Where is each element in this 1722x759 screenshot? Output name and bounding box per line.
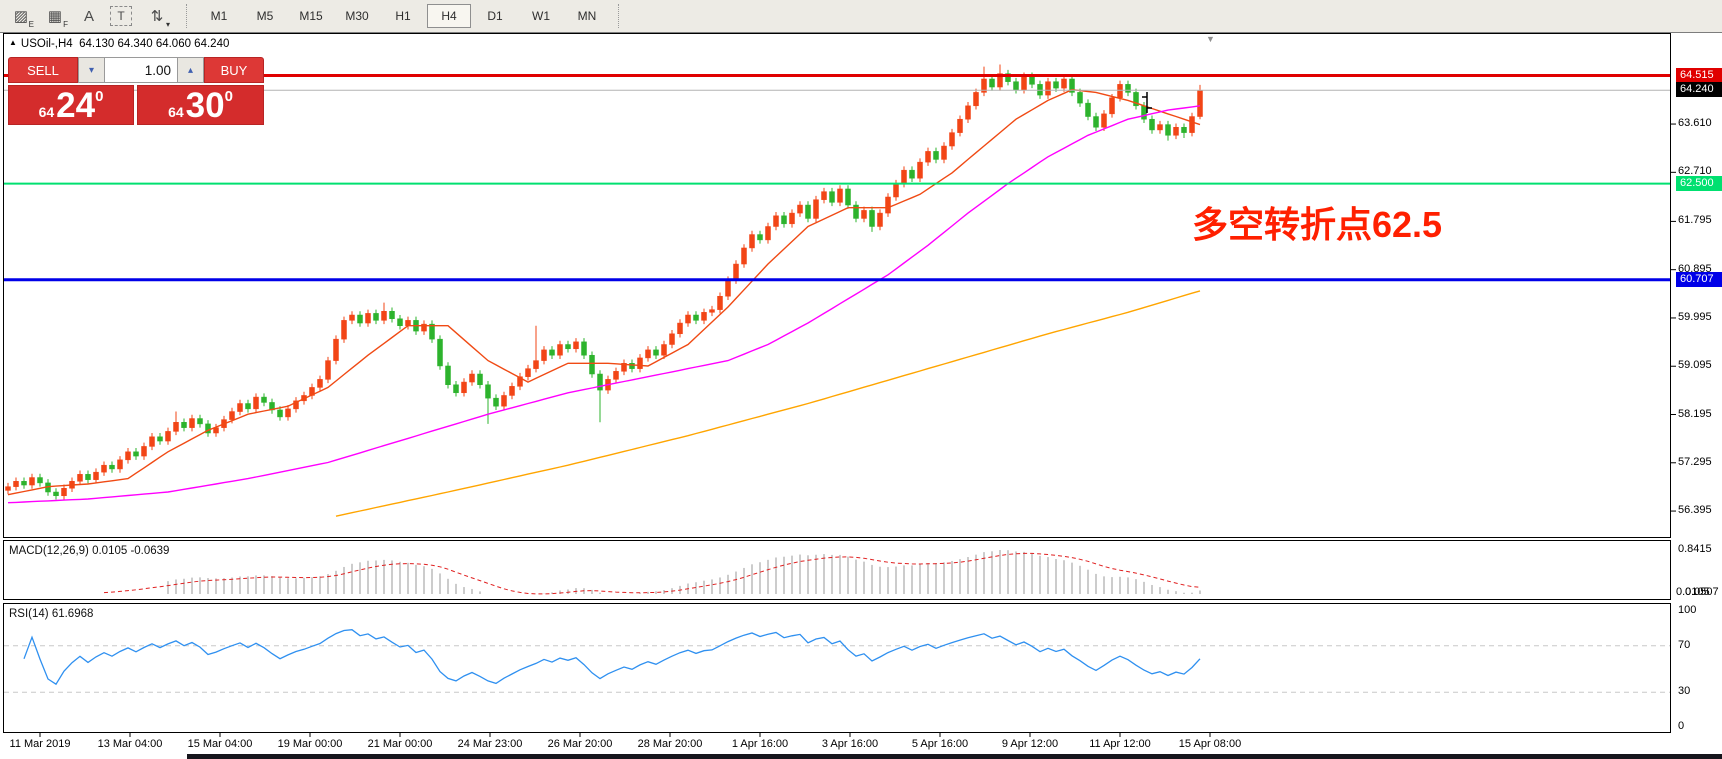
time-axis-label: 13 Mar 04:00 xyxy=(98,738,163,750)
time-axis-label: 5 Apr 16:00 xyxy=(912,738,968,750)
time-axis-label: 26 Mar 20:00 xyxy=(548,738,613,750)
symbol-name: USOil-,H4 xyxy=(21,38,73,50)
indicators-pattern-e-icon[interactable]: ▨E xyxy=(8,4,34,28)
volume-decrease-button[interactable]: ▾ xyxy=(78,57,105,83)
sell-button[interactable]: SELL xyxy=(8,57,78,83)
sell-price-tile[interactable]: 64 24 0 xyxy=(8,85,134,125)
time-axis-label: 24 Mar 23:00 xyxy=(458,738,523,750)
time-axis-label: 28 Mar 20:00 xyxy=(638,738,703,750)
sell-price-sup: 0 xyxy=(95,89,103,104)
volume-increase-button[interactable]: ▴ xyxy=(177,57,204,83)
macd-label: MACD(12,26,9) 0.0105 -0.0639 xyxy=(9,545,169,557)
text-box-t-icon[interactable]: T xyxy=(110,6,132,26)
volume-input[interactable]: 1.00 xyxy=(105,57,177,83)
symbol-ohlc: 64.130 64.340 64.060 64.240 xyxy=(79,38,229,50)
price-badge-64.515: 64.515 xyxy=(1676,68,1722,83)
text-label-a-icon[interactable]: A xyxy=(76,4,102,28)
timeframe-button-m30[interactable]: M30 xyxy=(335,4,379,28)
macd-axis-value-2: 0.0507 xyxy=(1685,586,1719,598)
rsi-axis-label-100: 100 xyxy=(1678,604,1696,616)
toolbar-separator-2 xyxy=(618,4,620,28)
macd-panel[interactable] xyxy=(3,540,1671,600)
sell-price-prefix: 64 xyxy=(39,102,55,122)
rsi-axis-label-0: 0 xyxy=(1678,720,1684,732)
timeframe-button-h1[interactable]: H1 xyxy=(381,4,425,28)
grid-f-icon[interactable]: ▦F xyxy=(42,4,68,28)
rsi-axis-label-70: 70 xyxy=(1678,639,1690,651)
rsi-panel[interactable] xyxy=(3,603,1671,733)
timeframe-button-m5[interactable]: M5 xyxy=(243,4,287,28)
price-tick-label: 61.795 xyxy=(1678,214,1712,226)
price-badge-64.240: 64.240 xyxy=(1676,82,1722,97)
toolbar-icon-group: ▨E ▦F AT ⇅▾ xyxy=(0,4,178,28)
buy-price-sup: 0 xyxy=(225,89,233,104)
rsi-label: RSI(14) 61.6968 xyxy=(9,608,93,620)
time-axis-label: 15 Apr 08:00 xyxy=(1179,738,1241,750)
time-axis-label: 15 Mar 04:00 xyxy=(188,738,253,750)
sell-price-big: 24 xyxy=(56,89,95,122)
one-click-trading-panel: SELL ▾ 1.00 ▴ BUY 64 24 0 64 30 0 xyxy=(8,57,264,125)
price-tick-label: 63.610 xyxy=(1678,117,1712,129)
price-badge-60.707: 60.707 xyxy=(1676,272,1722,287)
toolbar-separator xyxy=(186,4,188,28)
timeframe-button-h4[interactable]: H4 xyxy=(427,4,471,28)
rsi-axis-label-30: 30 xyxy=(1678,685,1690,697)
time-axis-label: 1 Apr 16:00 xyxy=(732,738,788,750)
toolbar: ▨E ▦F AT ⇅▾ M1M5M15M30H1H4D1W1MN xyxy=(0,0,1722,33)
buy-price-prefix: 64 xyxy=(168,102,184,122)
time-axis-label: 9 Apr 12:00 xyxy=(1002,738,1058,750)
timeframe-button-m15[interactable]: M15 xyxy=(289,4,333,28)
time-axis-label: 11 Apr 12:00 xyxy=(1089,738,1151,750)
time-axis-label: 21 Mar 00:00 xyxy=(368,738,433,750)
buy-price-big: 30 xyxy=(186,89,225,122)
time-axis-label: 11 Mar 2019 xyxy=(10,738,71,750)
timeframe-button-d1[interactable]: D1 xyxy=(473,4,517,28)
timeframe-group: M1M5M15M30H1H4D1W1MN xyxy=(196,4,610,28)
price-tick-label: 59.095 xyxy=(1678,359,1712,371)
symbol-info-line: ▲ USOil-,H4 64.130 64.340 64.060 64.240 xyxy=(9,38,229,50)
timeframe-button-w1[interactable]: W1 xyxy=(519,4,563,28)
bottom-window-strip xyxy=(187,754,1722,759)
price-tick-label: 59.995 xyxy=(1678,311,1712,323)
timeframe-button-mn[interactable]: MN xyxy=(565,4,609,28)
price-tick-label: 58.195 xyxy=(1678,408,1712,420)
arrange-arrows-icon[interactable]: ⇅▾ xyxy=(144,4,170,28)
buy-price-tile[interactable]: 64 30 0 xyxy=(137,85,264,125)
price-badge-62.500: 62.500 xyxy=(1676,176,1722,191)
timeframe-button-m1[interactable]: M1 xyxy=(197,4,241,28)
buy-button[interactable]: BUY xyxy=(204,57,264,83)
macd-axis-max: 0.8415 xyxy=(1678,543,1712,555)
scroll-to-end-icon[interactable]: ▼ xyxy=(1206,34,1215,44)
price-tick-label: 57.295 xyxy=(1678,456,1712,468)
time-axis-label: 19 Mar 00:00 xyxy=(278,738,343,750)
chart-annotation-text: 多空转折点62.5 xyxy=(1192,196,1442,248)
time-axis-label: 3 Apr 16:00 xyxy=(822,738,878,750)
price-tick-label: 56.395 xyxy=(1678,504,1712,516)
symbol-arrow-icon: ▲ xyxy=(9,38,17,47)
